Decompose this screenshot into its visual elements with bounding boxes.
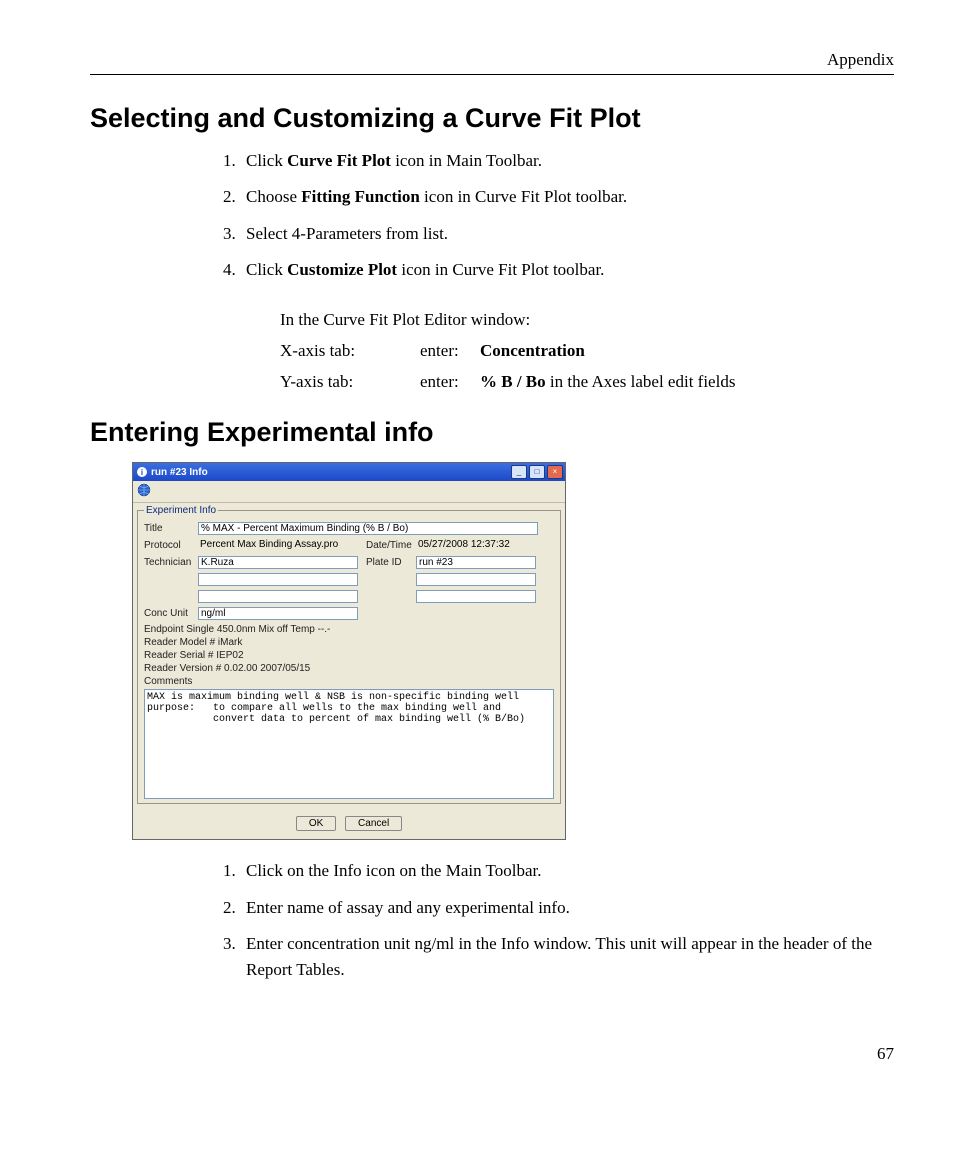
window-buttons: _ □ × — [511, 465, 563, 479]
text: in the Axes label edit fields — [546, 372, 736, 391]
row-extra2 — [144, 590, 554, 603]
list-item: Select 4-Parameters from list. — [240, 221, 894, 247]
label-comments: Comments — [144, 676, 554, 687]
technician-input[interactable] — [198, 556, 358, 569]
row-extra1 — [144, 573, 554, 586]
document-page: Appendix Selecting and Customizing a Cur… — [0, 0, 954, 1104]
label-title: Title — [144, 523, 198, 534]
static-reader-model: Reader Model # iMark — [144, 637, 554, 648]
text: Choose — [246, 187, 301, 206]
row-protocol: Protocol Percent Max Binding Assay.pro D… — [144, 539, 554, 552]
bold-text: Fitting Function — [301, 187, 420, 206]
ok-button[interactable]: OK — [296, 816, 336, 831]
title-input[interactable] — [198, 522, 538, 535]
concunit-input[interactable] — [198, 607, 358, 620]
maximize-button[interactable]: □ — [529, 465, 545, 479]
text: Select 4-Parameters from list. — [246, 224, 448, 243]
sub-col-label: X-axis tab: — [280, 336, 420, 367]
bold-text: Customize Plot — [287, 260, 397, 279]
experiment-info-fieldset: Experiment Info Title Protocol Percent M… — [137, 505, 561, 804]
page-header: Appendix — [90, 50, 894, 75]
extra-input-2a[interactable] — [198, 590, 358, 603]
sub-col-label: Y-axis tab: — [280, 367, 420, 398]
dialog-toolbar — [133, 481, 565, 503]
sub-row-y-axis: Y-axis tab: enter: % B / Bo in the Axes … — [280, 367, 894, 398]
curve-fit-sub-instructions: In the Curve Fit Plot Editor window: X-a… — [280, 305, 894, 397]
list-item: Click Customize Plot icon in Curve Fit P… — [240, 257, 894, 283]
row-technician: Technician Plate ID — [144, 556, 554, 569]
label-protocol: Protocol — [144, 540, 198, 551]
sub-col-value: Concentration — [480, 336, 585, 367]
sub-col-enter: enter: — [420, 336, 480, 367]
static-reader-serial: Reader Serial # IEP02 — [144, 650, 554, 661]
sub-col-value: % B / Bo in the Axes label edit fields — [480, 367, 735, 398]
heading-experimental-info: Entering Experimental info — [90, 417, 894, 448]
list-item: Enter concentration unit ng/ml in the In… — [240, 931, 894, 984]
plateid-input[interactable] — [416, 556, 536, 569]
sub-col-enter: enter: — [420, 367, 480, 398]
header-right-text: Appendix — [827, 50, 894, 69]
dialog-button-row: OK Cancel — [133, 808, 565, 839]
cancel-button[interactable]: Cancel — [345, 816, 402, 831]
list-item: Enter name of assay and any experimental… — [240, 895, 894, 921]
datetime-value: 05/27/2008 12:37:32 — [416, 539, 536, 552]
list-item: Click Curve Fit Plot icon in Main Toolba… — [240, 148, 894, 174]
extra-input-1b[interactable] — [416, 573, 536, 586]
protocol-value: Percent Max Binding Assay.pro — [198, 539, 358, 552]
comments-textarea[interactable]: MAX is maximum binding well & NSB is non… — [144, 689, 554, 799]
extra-input-2b[interactable] — [416, 590, 536, 603]
text: Click — [246, 260, 287, 279]
row-concunit: Conc Unit — [144, 607, 554, 620]
heading-curve-fit: Selecting and Customizing a Curve Fit Pl… — [90, 103, 894, 134]
bold-text: Curve Fit Plot — [287, 151, 391, 170]
minimize-button[interactable]: _ — [511, 465, 527, 479]
label-technician: Technician — [144, 557, 198, 568]
bold-text: Concentration — [480, 341, 585, 360]
text: icon in Main Toolbar. — [391, 151, 542, 170]
page-number: 67 — [90, 1044, 894, 1064]
info-icon: i — [137, 467, 147, 477]
curve-fit-steps: Click Curve Fit Plot icon in Main Toolba… — [90, 148, 894, 283]
sub-row-x-axis: X-axis tab: enter: Concentration — [280, 336, 894, 367]
window-title: run #23 Info — [151, 467, 511, 478]
label-datetime: Date/Time — [366, 540, 416, 551]
list-item: Choose Fitting Function icon in Curve Fi… — [240, 184, 894, 210]
experimental-info-steps: Click on the Info icon on the Main Toolb… — [90, 858, 894, 983]
info-dialog-window: i run #23 Info _ □ × Experiment Info Tit… — [132, 462, 566, 840]
label-plateid: Plate ID — [366, 557, 416, 568]
list-item: Click on the Info icon on the Main Toolb… — [240, 858, 894, 884]
fieldset-legend: Experiment Info — [144, 505, 218, 516]
label-concunit: Conc Unit — [144, 608, 198, 619]
titlebar: i run #23 Info _ □ × — [133, 463, 565, 481]
globe-icon[interactable] — [137, 483, 151, 497]
text: icon in Curve Fit Plot toolbar. — [420, 187, 627, 206]
close-button[interactable]: × — [547, 465, 563, 479]
row-title: Title — [144, 522, 554, 535]
bold-text: % B / Bo — [480, 372, 546, 391]
static-reader-version: Reader Version # 0.02.00 2007/05/15 — [144, 663, 554, 674]
extra-input-1a[interactable] — [198, 573, 358, 586]
text: icon in Curve Fit Plot toolbar. — [397, 260, 604, 279]
sub-intro: In the Curve Fit Plot Editor window: — [280, 305, 894, 336]
static-endpoint: Endpoint Single 450.0nm Mix off Temp --.… — [144, 624, 554, 635]
text: Click — [246, 151, 287, 170]
